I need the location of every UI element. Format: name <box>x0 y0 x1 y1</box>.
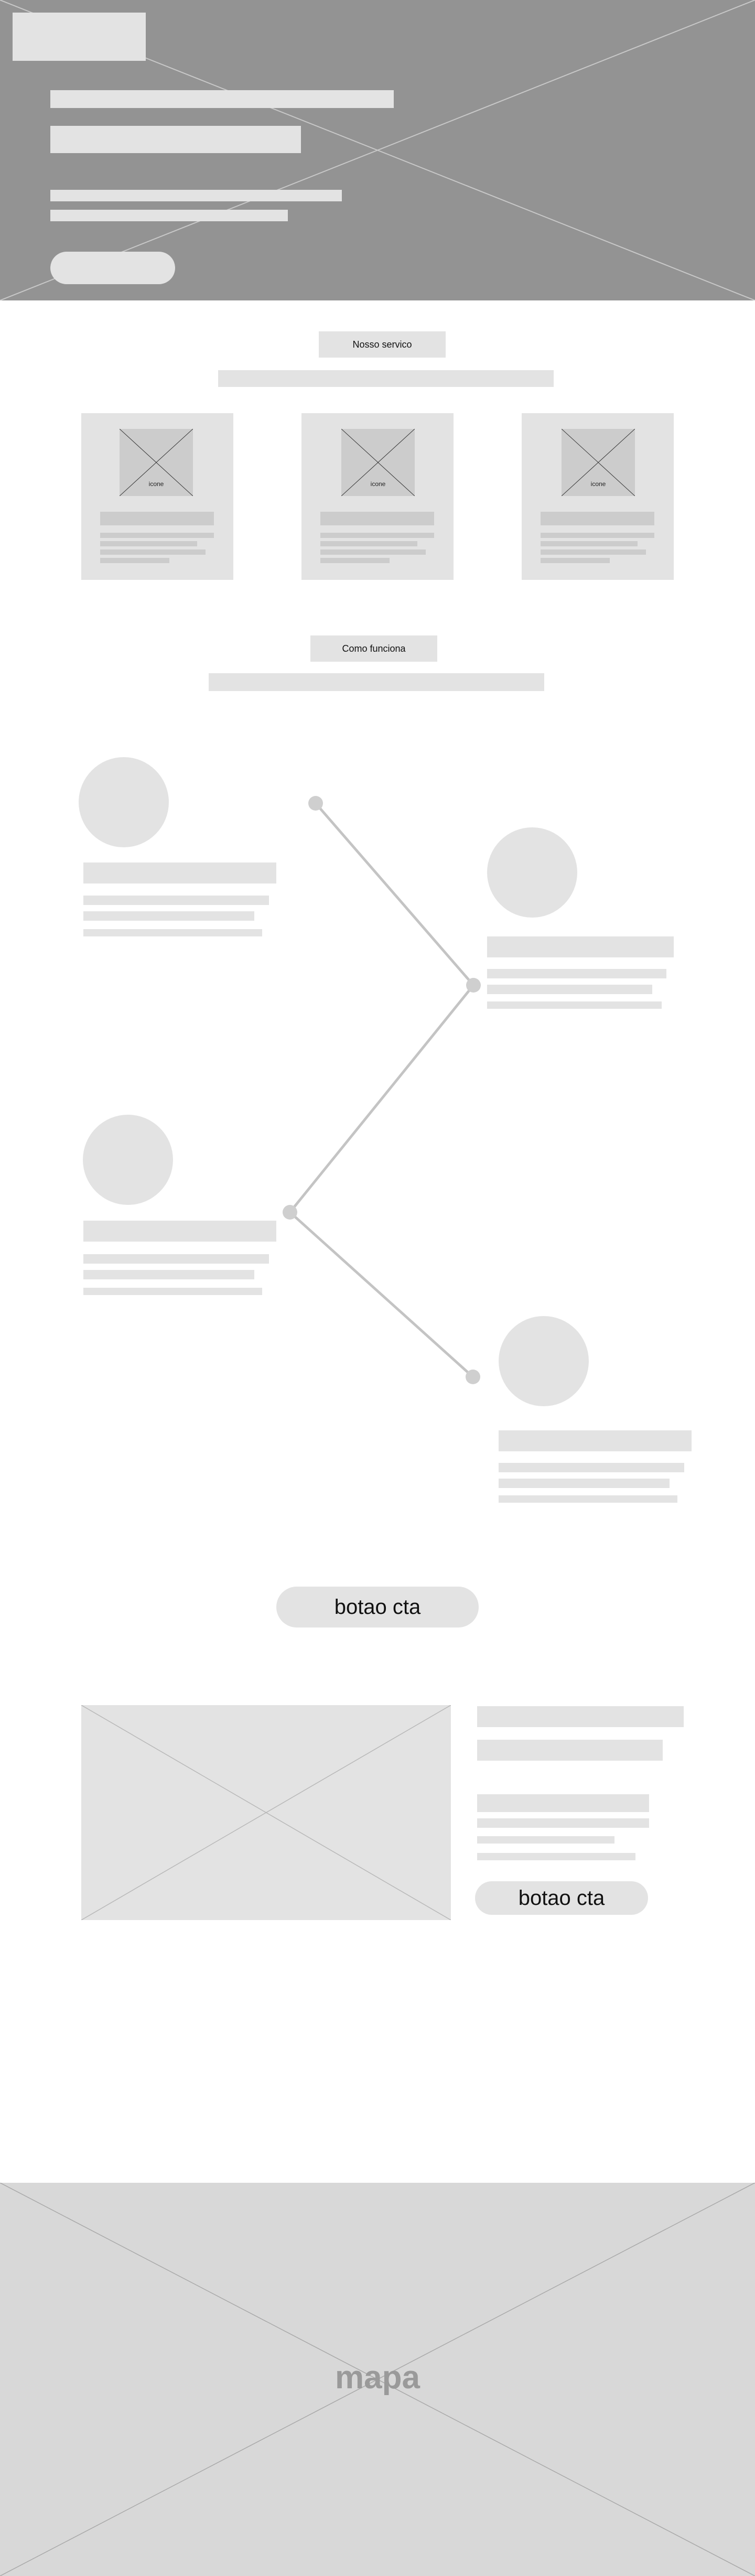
step-1-text-line <box>83 911 254 921</box>
step-2-title-placeholder <box>487 936 674 957</box>
timeline-node <box>308 796 323 811</box>
step-4-text-line <box>499 1479 670 1488</box>
step-4-text-line <box>499 1463 684 1472</box>
feature-text-line <box>477 1853 635 1860</box>
step-2-text-line <box>487 1001 662 1009</box>
timeline-connector <box>283 796 481 1384</box>
step-3-title-placeholder <box>83 1221 276 1242</box>
feature-title-line-2 <box>477 1740 663 1761</box>
step-1-text-line <box>83 929 262 936</box>
step-2-text-line <box>487 969 666 978</box>
timeline-node <box>466 1370 480 1384</box>
feature-image-placeholder <box>81 1705 451 1920</box>
feature-text-line <box>477 1818 649 1828</box>
step-2-avatar <box>487 827 577 918</box>
step-4-title-placeholder <box>499 1430 692 1451</box>
feature-title-line-1 <box>477 1706 684 1727</box>
step-3-avatar <box>83 1115 173 1205</box>
main-cta-button[interactable]: botao cta <box>276 1587 479 1627</box>
step-1-avatar <box>79 757 169 847</box>
step-1-text-line <box>83 896 269 905</box>
feature-text-line <box>477 1836 614 1844</box>
page: Nosso servico icone icone icone Como fun… <box>0 0 755 2576</box>
feature-cta-button[interactable]: botao cta <box>475 1881 648 1915</box>
step-2-text-line <box>487 985 652 994</box>
step-3-text-line <box>83 1254 269 1264</box>
timeline-node <box>466 978 481 993</box>
step-4-avatar <box>499 1316 589 1406</box>
step-3-text-line <box>83 1270 254 1279</box>
feature-subtitle-placeholder <box>477 1794 649 1812</box>
step-4-text-line <box>499 1495 677 1503</box>
step-1-title-placeholder <box>83 863 276 883</box>
timeline-node <box>283 1205 297 1220</box>
step-3-text-line <box>83 1288 262 1295</box>
map-placeholder[interactable]: mapa <box>0 2183 755 2576</box>
map-label: mapa <box>335 2359 420 2396</box>
